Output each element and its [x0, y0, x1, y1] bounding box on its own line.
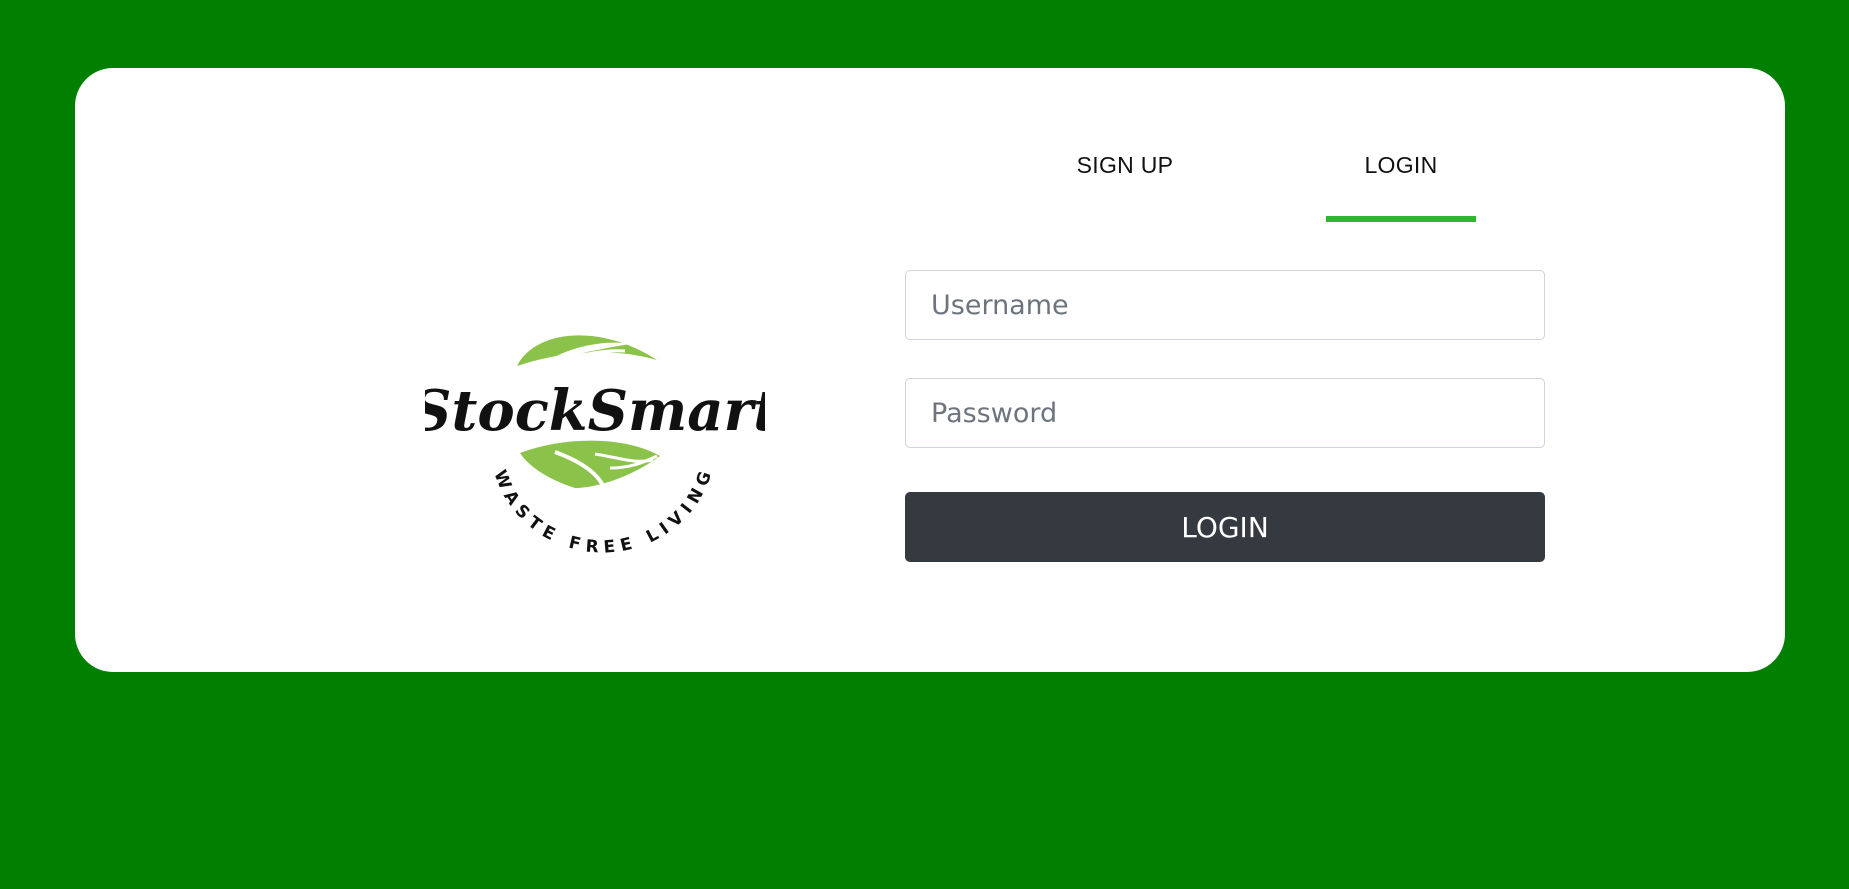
- username-input[interactable]: [905, 270, 1545, 340]
- field-icon: [520, 440, 660, 491]
- brand-name: StockSmart: [425, 378, 765, 444]
- leaf-icon: [517, 335, 657, 366]
- tab-sign-up-label: SIGN UP: [1076, 152, 1174, 178]
- login-button[interactable]: LOGIN: [905, 492, 1545, 562]
- active-tab-indicator: [1326, 216, 1476, 222]
- tab-login[interactable]: LOGIN: [1326, 152, 1476, 222]
- login-card: StockSmart WASTE FREE LIVING SIGN UP LOG…: [75, 68, 1785, 672]
- tab-sign-up[interactable]: SIGN UP: [1050, 152, 1200, 222]
- password-input[interactable]: [905, 378, 1545, 448]
- tab-login-label: LOGIN: [1364, 152, 1438, 178]
- stocksmart-logo: StockSmart WASTE FREE LIVING: [425, 318, 765, 558]
